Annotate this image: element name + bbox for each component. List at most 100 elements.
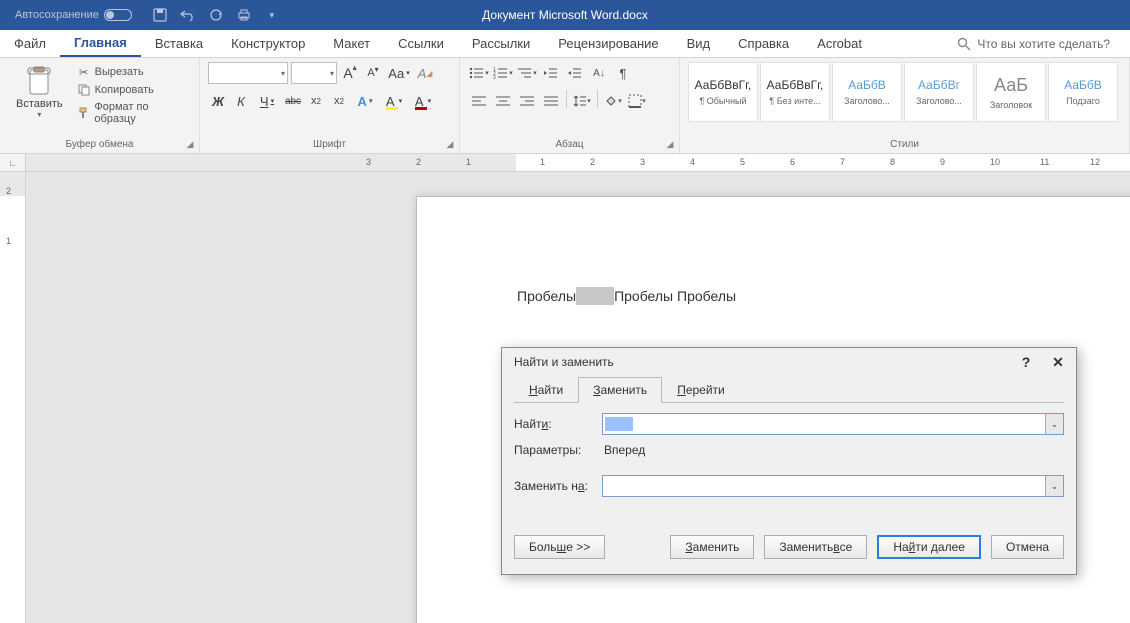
underline-button[interactable]: Ч▾	[254, 90, 280, 112]
paste-icon	[25, 66, 53, 96]
search-icon	[957, 37, 971, 51]
find-next-button[interactable]: Найти далее	[877, 535, 981, 559]
save-icon[interactable]	[152, 7, 168, 23]
dialog-help-button[interactable]: ?	[1016, 354, 1036, 370]
clipboard-group-label: Буфер обмена	[0, 135, 199, 153]
clear-formatting-button[interactable]: A◢	[415, 62, 435, 84]
increase-indent-button[interactable]	[564, 62, 586, 84]
undo-icon[interactable]	[180, 7, 196, 23]
font-dialog-launcher[interactable]: ◢	[444, 138, 456, 150]
shading-button[interactable]: ▾	[602, 90, 624, 112]
decrease-indent-button[interactable]	[540, 62, 562, 84]
subscript-button[interactable]: x2	[306, 90, 326, 112]
numbering-button[interactable]: 123▾	[492, 62, 514, 84]
dialog-close-button[interactable]: ✕	[1048, 354, 1068, 371]
style-item-3[interactable]: АаБбВгЗаголово...	[904, 62, 974, 122]
dialog-titlebar[interactable]: Найти и заменить ? ✕	[502, 348, 1076, 376]
font-name-combo[interactable]: ▾	[208, 62, 288, 84]
svg-text:3: 3	[493, 75, 496, 80]
bold-button[interactable]: Ж	[208, 90, 228, 112]
replace-all-button[interactable]: Заменить все	[764, 535, 867, 559]
show-marks-button[interactable]: ¶	[612, 62, 634, 84]
align-right-button[interactable]	[516, 90, 538, 112]
quick-access-toolbar: ▾	[152, 7, 280, 23]
justify-button[interactable]	[540, 90, 562, 112]
title-bar: Автосохранение ▾ Документ Microsoft Word…	[0, 0, 1130, 30]
menu-home[interactable]: Главная	[60, 30, 141, 57]
menu-review[interactable]: Рецензирование	[544, 30, 672, 57]
multilevel-list-button[interactable]: ▾	[516, 62, 538, 84]
text-selection	[576, 287, 614, 305]
ribbon-group-font: ▾ ▾ A▴ A▾ Aa▾ A◢ Ж К Ч▾ abc x2 x2 A▾ A▾ …	[200, 58, 460, 153]
bullets-button[interactable]: ▾	[468, 62, 490, 84]
ribbon-group-styles: АаБбВвГг,¶ ОбычныйАаБбВвГг,¶ Без инте...…	[680, 58, 1130, 153]
cut-button[interactable]: ✂Вырезать	[77, 65, 191, 79]
align-left-button[interactable]	[468, 90, 490, 112]
menu-layout[interactable]: Макет	[319, 30, 384, 57]
borders-button[interactable]: ▾	[626, 90, 648, 112]
shrink-font-button[interactable]: A▾	[363, 62, 383, 84]
style-item-1[interactable]: АаБбВвГг,¶ Без инте...	[760, 62, 830, 122]
sort-button[interactable]: A↓	[588, 62, 610, 84]
superscript-button[interactable]: x2	[329, 90, 349, 112]
line-spacing-button[interactable]: ▾	[571, 90, 593, 112]
ruler-vertical[interactable]: 21	[0, 172, 26, 623]
menu-design[interactable]: Конструктор	[217, 30, 319, 57]
menu-mailings[interactable]: Рассылки	[458, 30, 544, 57]
replace-button[interactable]: Заменить	[670, 535, 754, 559]
menu-acrobat[interactable]: Acrobat	[803, 30, 876, 57]
ruler-horizontal[interactable]: ∟ 32112345678910111213141516	[0, 154, 1130, 172]
tell-me-search[interactable]: Что вы хотите сделать?	[957, 37, 1110, 51]
redo-icon[interactable]	[208, 7, 224, 23]
tab-find[interactable]: Найти	[514, 377, 578, 403]
find-label: Найти:	[514, 417, 602, 431]
copy-button[interactable]: Копировать	[77, 83, 191, 97]
ruler-corner: ∟	[0, 154, 26, 171]
autosave-toggle[interactable]: Автосохранение	[15, 9, 132, 21]
paste-label: Вставить	[16, 98, 63, 110]
params-label: Параметры:	[514, 443, 602, 457]
style-item-0[interactable]: АаБбВвГг,¶ Обычный	[688, 62, 758, 122]
highlight-button[interactable]: A▾	[381, 90, 407, 112]
replace-label: Заменить на:	[514, 479, 602, 493]
style-item-5[interactable]: АаБбВПодзаго	[1048, 62, 1118, 122]
tab-replace[interactable]: Заменить	[578, 377, 662, 403]
copy-icon	[77, 83, 91, 97]
print-icon[interactable]	[236, 7, 252, 23]
text-effects-button[interactable]: A▾	[352, 90, 378, 112]
menu-file[interactable]: Файл	[0, 30, 60, 57]
ribbon-group-clipboard: Вставить ▾ ✂Вырезать Копировать Формат п…	[0, 58, 200, 153]
menu-help[interactable]: Справка	[724, 30, 803, 57]
find-replace-dialog: Найти и заменить ? ✕ Найти Заменить Пере…	[501, 347, 1077, 575]
replace-dropdown-arrow[interactable]: ⌄	[1045, 476, 1063, 496]
style-item-2[interactable]: АаБбВЗаголово...	[832, 62, 902, 122]
find-input[interactable]: ⌄	[602, 413, 1064, 435]
align-center-button[interactable]	[492, 90, 514, 112]
document-text[interactable]: ПробелыПробелы Пробелы	[517, 287, 1130, 305]
tab-goto[interactable]: Перейти	[662, 377, 740, 403]
clipboard-dialog-launcher[interactable]: ◢	[184, 138, 196, 150]
change-case-button[interactable]: Aa▾	[386, 62, 412, 84]
menu-references[interactable]: Ссылки	[384, 30, 458, 57]
format-painter-button[interactable]: Формат по образцу	[77, 101, 191, 125]
params-value: Вперед	[602, 443, 645, 457]
customize-qat-icon[interactable]: ▾	[264, 7, 280, 23]
cancel-button[interactable]: Отмена	[991, 535, 1064, 559]
italic-button[interactable]: К	[231, 90, 251, 112]
menu-view[interactable]: Вид	[673, 30, 725, 57]
autosave-label: Автосохранение	[15, 9, 99, 21]
find-dropdown-arrow[interactable]: ⌄	[1045, 414, 1063, 434]
cut-icon: ✂	[77, 65, 91, 79]
font-size-combo[interactable]: ▾	[291, 62, 337, 84]
menu-bar: Файл Главная Вставка Конструктор Макет С…	[0, 30, 1130, 58]
font-color-button[interactable]: A▾	[410, 90, 436, 112]
paragraph-dialog-launcher[interactable]: ◢	[664, 138, 676, 150]
grow-font-button[interactable]: A▴	[340, 62, 360, 84]
more-button[interactable]: Больше >>	[514, 535, 605, 559]
menu-insert[interactable]: Вставка	[141, 30, 217, 57]
styles-group-label: Стили	[680, 135, 1129, 153]
style-item-4[interactable]: АаБЗаголовок	[976, 62, 1046, 122]
replace-input[interactable]: ⌄	[602, 475, 1064, 497]
find-input-selection	[605, 417, 633, 431]
strikethrough-button[interactable]: abc	[283, 90, 303, 112]
